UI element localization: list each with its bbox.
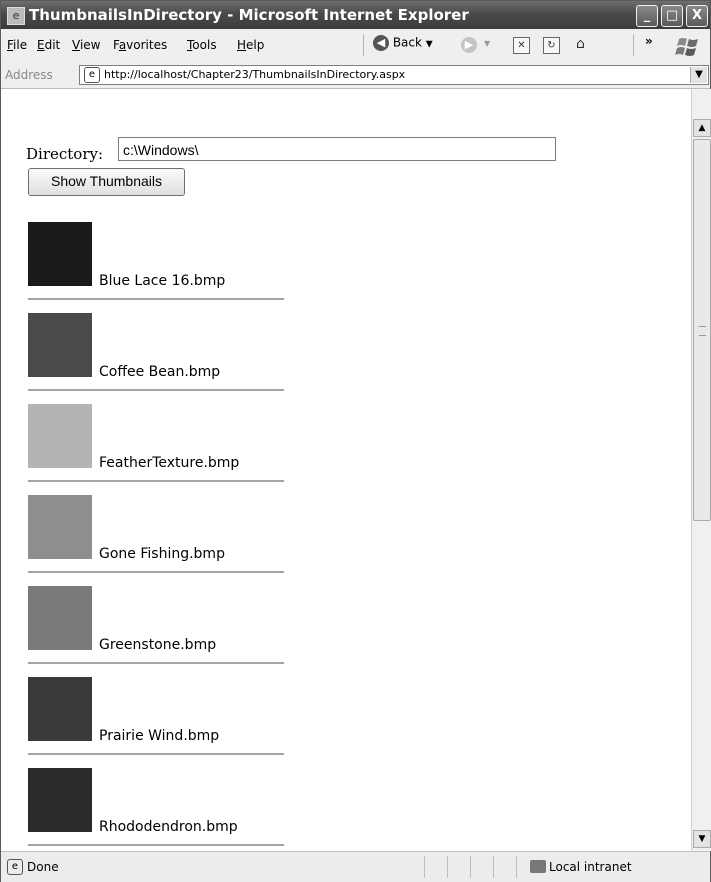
thumbnail-image bbox=[28, 677, 92, 741]
scrollbar-grip bbox=[699, 326, 706, 336]
back-arrow-icon: ◀ bbox=[373, 35, 389, 51]
directory-input[interactable]: c:\Windows\ bbox=[118, 137, 556, 161]
menu-file[interactable]: File bbox=[7, 38, 27, 52]
back-button[interactable]: ◀ Back ▼ bbox=[373, 35, 433, 55]
forward-arrow-icon[interactable]: ▶ bbox=[461, 37, 477, 53]
menu-favorites[interactable]: Favorites bbox=[113, 38, 167, 52]
address-input[interactable]: e http://localhost/Chapter23/ThumbnailsI… bbox=[79, 65, 709, 85]
thumbnail-image bbox=[28, 222, 92, 286]
back-dropdown-icon[interactable]: ▼ bbox=[426, 40, 433, 50]
title-bar[interactable]: e ThumbnailsInDirectory - Microsoft Inte… bbox=[1, 1, 710, 29]
toolbar-separator bbox=[363, 34, 364, 56]
thumbnail-name: Prairie Wind.bmp bbox=[99, 728, 220, 744]
thumbnail-image bbox=[28, 495, 92, 559]
thumbnail-image bbox=[28, 768, 92, 832]
address-dropdown-icon[interactable]: ▼ bbox=[690, 67, 707, 83]
menu-tools[interactable]: Tools bbox=[187, 38, 217, 52]
thumbnail-image bbox=[28, 313, 92, 377]
scrollbar-thumb[interactable] bbox=[693, 139, 711, 521]
back-button-label: Back bbox=[392, 35, 422, 50]
thumbnail-divider bbox=[28, 389, 284, 391]
scroll-up-icon[interactable]: ▲ bbox=[693, 119, 711, 137]
menu-edit[interactable]: Edit bbox=[37, 38, 60, 52]
thumbnail-divider bbox=[28, 844, 284, 846]
status-text: Done bbox=[27, 860, 59, 874]
zone-text: Local intranet bbox=[549, 860, 632, 874]
status-divider bbox=[447, 856, 448, 878]
toolbar-separator bbox=[633, 34, 634, 56]
intranet-zone-icon bbox=[530, 860, 546, 873]
thumbnail-name: Coffee Bean.bmp bbox=[99, 364, 221, 380]
show-thumbnails-button[interactable]: Show Thumbnails bbox=[28, 168, 185, 196]
minimize-button[interactable]: _ bbox=[636, 5, 658, 27]
toolbar-overflow-icon[interactable]: » bbox=[645, 34, 653, 48]
thumbnail-divider bbox=[28, 571, 284, 573]
thumbnail-image bbox=[28, 586, 92, 650]
scroll-down-icon[interactable]: ▼ bbox=[693, 830, 711, 848]
address-url: http://localhost/Chapter23/ThumbnailsInD… bbox=[104, 68, 406, 81]
page-icon: e bbox=[84, 67, 100, 83]
browser-window: e ThumbnailsInDirectory - Microsoft Inte… bbox=[0, 0, 711, 882]
status-bar: e Done Local intranet bbox=[1, 851, 710, 882]
window-title: ThumbnailsInDirectory - Microsoft Intern… bbox=[29, 6, 469, 24]
status-divider bbox=[516, 856, 517, 878]
status-divider bbox=[424, 856, 425, 878]
thumbnail-divider bbox=[28, 480, 284, 482]
vertical-scrollbar[interactable]: ▲ ▼ bbox=[691, 89, 711, 851]
directory-label: Directory: bbox=[26, 145, 104, 163]
close-button[interactable]: X bbox=[686, 5, 708, 27]
thumbnail-name: FeatherTexture.bmp bbox=[99, 455, 240, 471]
address-bar: Address e http://localhost/Chapter23/Thu… bbox=[1, 62, 710, 89]
address-label: Address bbox=[5, 68, 53, 82]
home-icon[interactable]: ⌂ bbox=[573, 37, 588, 52]
thumbnail-divider bbox=[28, 298, 284, 300]
thumbnail-name: Gone Fishing.bmp bbox=[99, 546, 225, 562]
refresh-icon[interactable]: ↻ bbox=[543, 37, 560, 54]
menu-view[interactable]: View bbox=[72, 38, 100, 52]
thumbnail-image bbox=[28, 404, 92, 468]
ie-app-icon: e bbox=[7, 7, 25, 25]
page-content: Directory: c:\Windows\ Show Thumbnails B… bbox=[1, 89, 691, 851]
thumbnail-divider bbox=[28, 753, 284, 755]
menu-bar: File Edit View Favorites Tools Help ◀ Ba… bbox=[1, 29, 710, 63]
status-divider bbox=[470, 856, 471, 878]
stop-icon[interactable]: ✕ bbox=[513, 37, 530, 54]
forward-dropdown-icon[interactable]: ▼ bbox=[484, 39, 490, 48]
thumbnail-name: Rhododendron.bmp bbox=[99, 819, 238, 835]
page-status-icon: e bbox=[7, 859, 23, 875]
windows-logo-icon bbox=[675, 38, 698, 56]
thumbnail-divider bbox=[28, 662, 284, 664]
maximize-button[interactable]: □ bbox=[661, 5, 683, 27]
thumbnail-name: Blue Lace 16.bmp bbox=[99, 273, 226, 289]
menu-help[interactable]: Help bbox=[237, 38, 264, 52]
status-divider bbox=[493, 856, 494, 878]
thumbnail-name: Greenstone.bmp bbox=[99, 637, 217, 653]
